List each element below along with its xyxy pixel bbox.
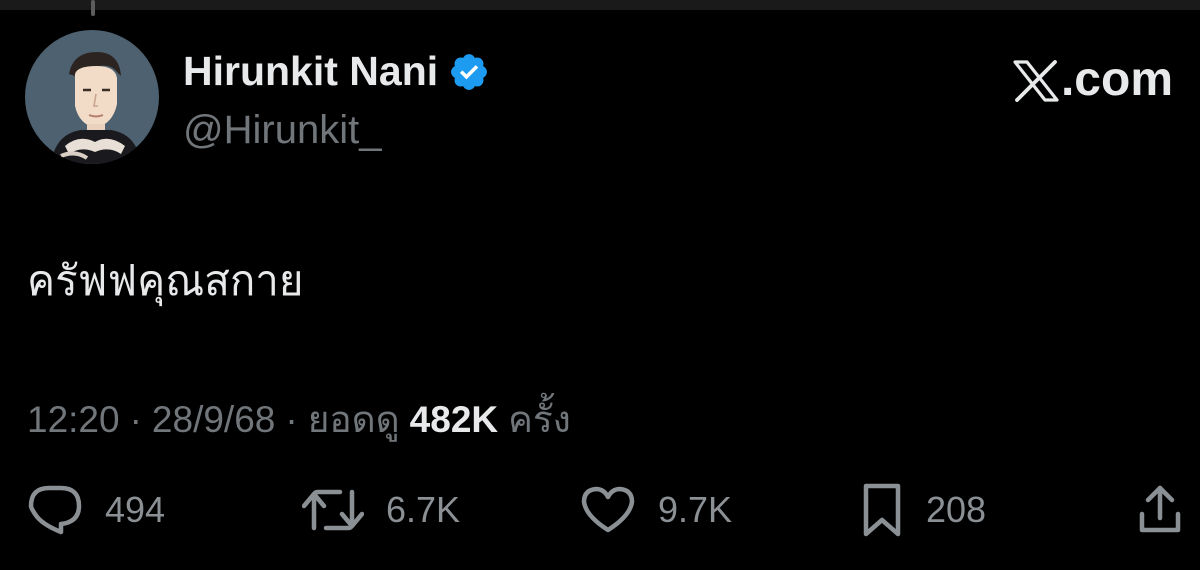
bookmark-button[interactable]: 208 <box>860 480 986 540</box>
avatar[interactable] <box>25 30 159 164</box>
brand-label: .com <box>1060 53 1173 106</box>
heart-icon <box>581 486 635 533</box>
retweet-button[interactable]: 6.7K <box>302 480 460 540</box>
retweet-icon <box>302 489 364 531</box>
reply-count: 494 <box>105 489 166 530</box>
reply-icon <box>28 485 82 535</box>
meta-separator: · <box>285 399 298 440</box>
share-button[interactable] <box>1138 480 1182 540</box>
top-strip <box>0 0 1200 16</box>
tweet-date[interactable]: 28/9/68 <box>152 399 275 441</box>
like-button[interactable]: 9.7K <box>580 480 732 540</box>
like-count: 9.7K <box>658 489 733 530</box>
brand-watermark: .com <box>1013 52 1173 107</box>
display-name[interactable]: Hirunkit Nani <box>183 48 438 95</box>
bookmark-count: 208 <box>926 489 987 530</box>
display-name-row[interactable]: Hirunkit Nani <box>183 48 490 95</box>
views-count[interactable]: 482K <box>410 399 498 441</box>
x-logo-icon <box>1013 59 1059 102</box>
user-handle[interactable]: @Hirunkit_ <box>183 108 381 153</box>
bookmark-icon <box>863 483 901 537</box>
share-icon <box>1139 485 1181 533</box>
meta-separator: · <box>129 399 142 440</box>
views-prefix: ยอดดู <box>307 399 400 440</box>
tweet-time[interactable]: 12:20 <box>27 399 120 441</box>
retweet-count: 6.7K <box>386 489 461 530</box>
reply-button[interactable]: 494 <box>27 480 165 540</box>
avatar-image <box>25 30 159 164</box>
action-bar: 494 6.7K 9.7K 208 <box>0 480 1200 540</box>
verified-badge-icon[interactable] <box>448 51 490 93</box>
tweet-meta: 12:20 · 28/9/68 · ยอดดู 482K ครั้ง <box>27 390 571 449</box>
tweet-text: ครัฟฟคุณสกาย <box>27 257 304 304</box>
views-suffix: ครั้ง <box>508 399 571 440</box>
scroll-tick <box>91 0 95 16</box>
